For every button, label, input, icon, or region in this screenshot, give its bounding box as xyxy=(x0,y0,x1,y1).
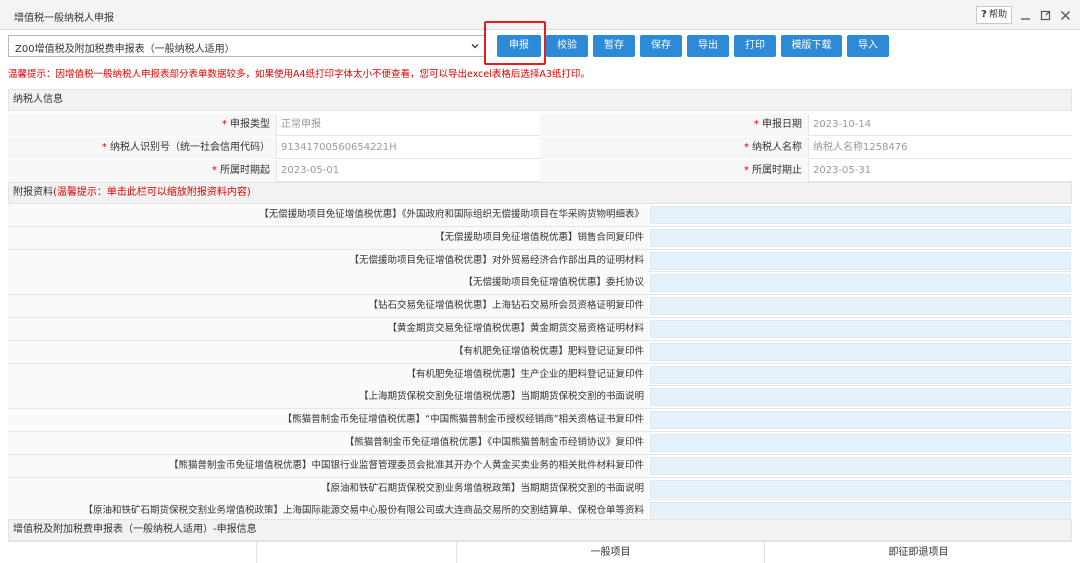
attachment-upload-field[interactable] xyxy=(650,411,1071,430)
attachment-upload-field[interactable] xyxy=(650,388,1071,407)
close-icon[interactable] xyxy=(1058,8,1072,22)
template-download-button[interactable]: 模版下载 xyxy=(781,35,842,57)
attachment-row: 【无偿援助项目免征增值税优惠】委托协议 xyxy=(8,272,1072,296)
attachment-label: 【熊猫普制金币免征增值税优惠】“中国熊猫普制金币授权经销商”相关资格证书复印件 xyxy=(8,409,648,432)
attachment-row: 【有机肥免征增值税优惠】生产企业的肥料登记证复印件 xyxy=(8,363,1072,387)
print-button[interactable]: 打印 xyxy=(734,35,776,57)
attachment-upload-field[interactable] xyxy=(650,297,1071,316)
report-grid-header: 一般项目 即征即退项目 xyxy=(8,541,1072,563)
attachment-upload-field[interactable] xyxy=(650,320,1071,338)
attachment-label: 【上海期货保税交割免征增值税优惠】当期期货保税交割的书面说明 xyxy=(8,386,648,409)
warning-text: 温馨提示：因增值税一般纳税人申报表部分表单数据较多，如果使用A4纸打印字体太小不… xyxy=(8,69,590,80)
highlight-annotation xyxy=(484,21,546,65)
attachments-title: 附报资料 xyxy=(13,187,53,198)
attachment-row: 【熊猫普制金币免征增值税优惠】中国银行业监督管理委员会批准其开办个人黄金买卖业务… xyxy=(8,454,1072,478)
form-select[interactable]: Z00增值税及附加税费申报表（一般纳税人适用） xyxy=(8,35,486,57)
attachment-upload-field[interactable] xyxy=(650,502,1071,521)
tax-id-label: * 纳税人识别号（统一社会信用代码） xyxy=(8,137,276,159)
attachment-row: 【原油和铁矿石期货保税交割业务增值税政策】当期期货保税交割的书面说明 xyxy=(8,477,1072,501)
attachment-row: 【无偿援助项目免征增值税优惠】销售合同复印件 xyxy=(8,226,1072,250)
attachments-section-header[interactable]: 附报资料(温馨提示：单击此栏可以缩放附报资料内容) xyxy=(8,182,1072,204)
help-button[interactable]: ? 帮助 xyxy=(976,6,1012,24)
save-button[interactable]: 保存 xyxy=(640,35,682,57)
info-row: * 申报类型 正常申报 * 申报日期 2023-10-14 xyxy=(8,114,1072,136)
declare-date-value: 2023-10-14 xyxy=(808,114,1072,136)
attachment-upload-field[interactable] xyxy=(650,206,1071,224)
grid-col-immediate: 即征即退项目 xyxy=(764,542,1072,563)
attachment-upload-field[interactable] xyxy=(650,434,1071,452)
minimize-icon[interactable] xyxy=(1018,8,1032,22)
attachment-label: 【原油和铁矿石期货保税交割业务增值税政策】当期期货保税交割的书面说明 xyxy=(8,477,648,500)
import-button[interactable]: 导入 xyxy=(847,35,889,57)
attachment-row: 【熊猫普制金币免征增值税优惠】《中国熊猫普制金币经销协议》复印件 xyxy=(8,432,1072,455)
attachment-row: 【有机肥免征增值税优惠】肥料登记证复印件 xyxy=(8,340,1072,364)
attachment-upload-field[interactable] xyxy=(650,365,1071,384)
declare-type-value: 正常申报 xyxy=(276,114,540,136)
period-end-value: 2023-05-31 xyxy=(808,160,1072,182)
attachment-label: 【熊猫普制金币免征增值税优惠】中国银行业监督管理委员会批准其开办个人黄金买卖业务… xyxy=(8,454,648,477)
attachment-label: 【有机肥免征增值税优惠】生产企业的肥料登记证复印件 xyxy=(8,363,648,386)
attachment-upload-field[interactable] xyxy=(650,456,1071,475)
chevron-down-icon xyxy=(471,44,479,49)
attachment-upload-field[interactable] xyxy=(650,479,1071,498)
attachment-upload-field[interactable] xyxy=(650,274,1071,293)
period-end-label: * 所属时期止 xyxy=(540,160,808,182)
attachment-label: 【熊猫普制金币免征增值税优惠】《中国熊猫普制金币经销协议》复印件 xyxy=(8,432,648,454)
attachment-label: 【钻石交易免征增值税优惠】上海钻石交易所会员资格证明复印件 xyxy=(8,295,648,318)
grid-col-index xyxy=(256,542,456,563)
attachment-upload-field[interactable] xyxy=(650,228,1071,247)
help-label: 帮助 xyxy=(988,10,1007,20)
action-buttons: 申报 校验 暂存 保存 导出 打印 模版下载 导入 xyxy=(497,35,889,57)
attachment-row: 【熊猫普制金币免征增值税优惠】“中国熊猫普制金币授权经销商”相关资格证书复印件 xyxy=(8,409,1072,432)
taxpayer-name-value: 纳税人名称1258476 xyxy=(808,137,1072,159)
attachment-label: 【无偿援助项目免征增值税优惠】《外国政府和国际组织无偿援助项目在华采购货物明细表… xyxy=(8,204,648,226)
window-title: 增值税一般纳税人申报 xyxy=(14,13,114,24)
export-button[interactable]: 导出 xyxy=(687,35,729,57)
maximize-icon[interactable] xyxy=(1038,8,1052,22)
window-controls: ? 帮助 xyxy=(976,6,1072,24)
period-start-label: * 所属时期起 xyxy=(8,160,276,182)
attachment-label: 【无偿援助项目免征增值税优惠】对外贸易经济合作部出具的证明材料 xyxy=(8,249,648,272)
taxpayer-name-label: * 纳税人名称 xyxy=(540,137,808,159)
attachments-hint: (温馨提示：单击此栏可以缩放附报资料内容) xyxy=(53,187,251,198)
declare-date-label: * 申报日期 xyxy=(540,114,808,136)
attachment-row: 【钻石交易免征增值税优惠】上海钻石交易所会员资格证明复印件 xyxy=(8,295,1072,318)
declare-type-label: * 申报类型 xyxy=(8,114,276,136)
attachment-row: 【无偿援助项目免征增值税优惠】对外贸易经济合作部出具的证明材料 xyxy=(8,249,1072,273)
report-info-section-header: 增值税及附加税费申报表（一般纳税人适用）-申报信息 xyxy=(8,519,1072,541)
attachment-row: 【上海期货保税交割免征增值税优惠】当期期货保税交割的书面说明 xyxy=(8,386,1072,410)
attachment-upload-field[interactable] xyxy=(650,342,1071,361)
tax-id-value: 91341700560654221H xyxy=(276,137,540,159)
period-start-value: 2023-05-01 xyxy=(276,160,540,182)
attachment-label: 【无偿援助项目免征增值税优惠】销售合同复印件 xyxy=(8,226,648,249)
attachment-label: 【无偿援助项目免征增值税优惠】委托协议 xyxy=(8,272,648,295)
attachment-upload-field[interactable] xyxy=(650,251,1071,270)
form-select-value: Z00增值税及附加税费申报表（一般纳税人适用） xyxy=(15,44,235,55)
attachment-label: 【黄金期货交易免征增值税优惠】黄金期货交易资格证明材料 xyxy=(8,318,648,340)
attachment-row: 【黄金期货交易免征增值税优惠】黄金期货交易资格证明材料 xyxy=(8,318,1072,341)
info-row: * 所属时期起 2023-05-01 * 所属时期止 2023-05-31 xyxy=(8,160,1072,182)
grid-col-general: 一般项目 xyxy=(456,542,764,563)
grid-col-item xyxy=(8,542,256,563)
info-row: * 纳税人识别号（统一社会信用代码） 91341700560654221H * … xyxy=(8,137,1072,159)
attachment-row: 【无偿援助项目免征增值税优惠】《外国政府和国际组织无偿援助项目在华采购货物明细表… xyxy=(8,204,1072,227)
question-icon: ? xyxy=(981,9,987,20)
validate-button[interactable]: 校验 xyxy=(546,35,588,57)
attachment-label: 【有机肥免征增值税优惠】肥料登记证复印件 xyxy=(8,340,648,363)
temp-save-button[interactable]: 暂存 xyxy=(593,35,635,57)
taxpayer-section-header: 纳税人信息 xyxy=(8,89,1072,111)
